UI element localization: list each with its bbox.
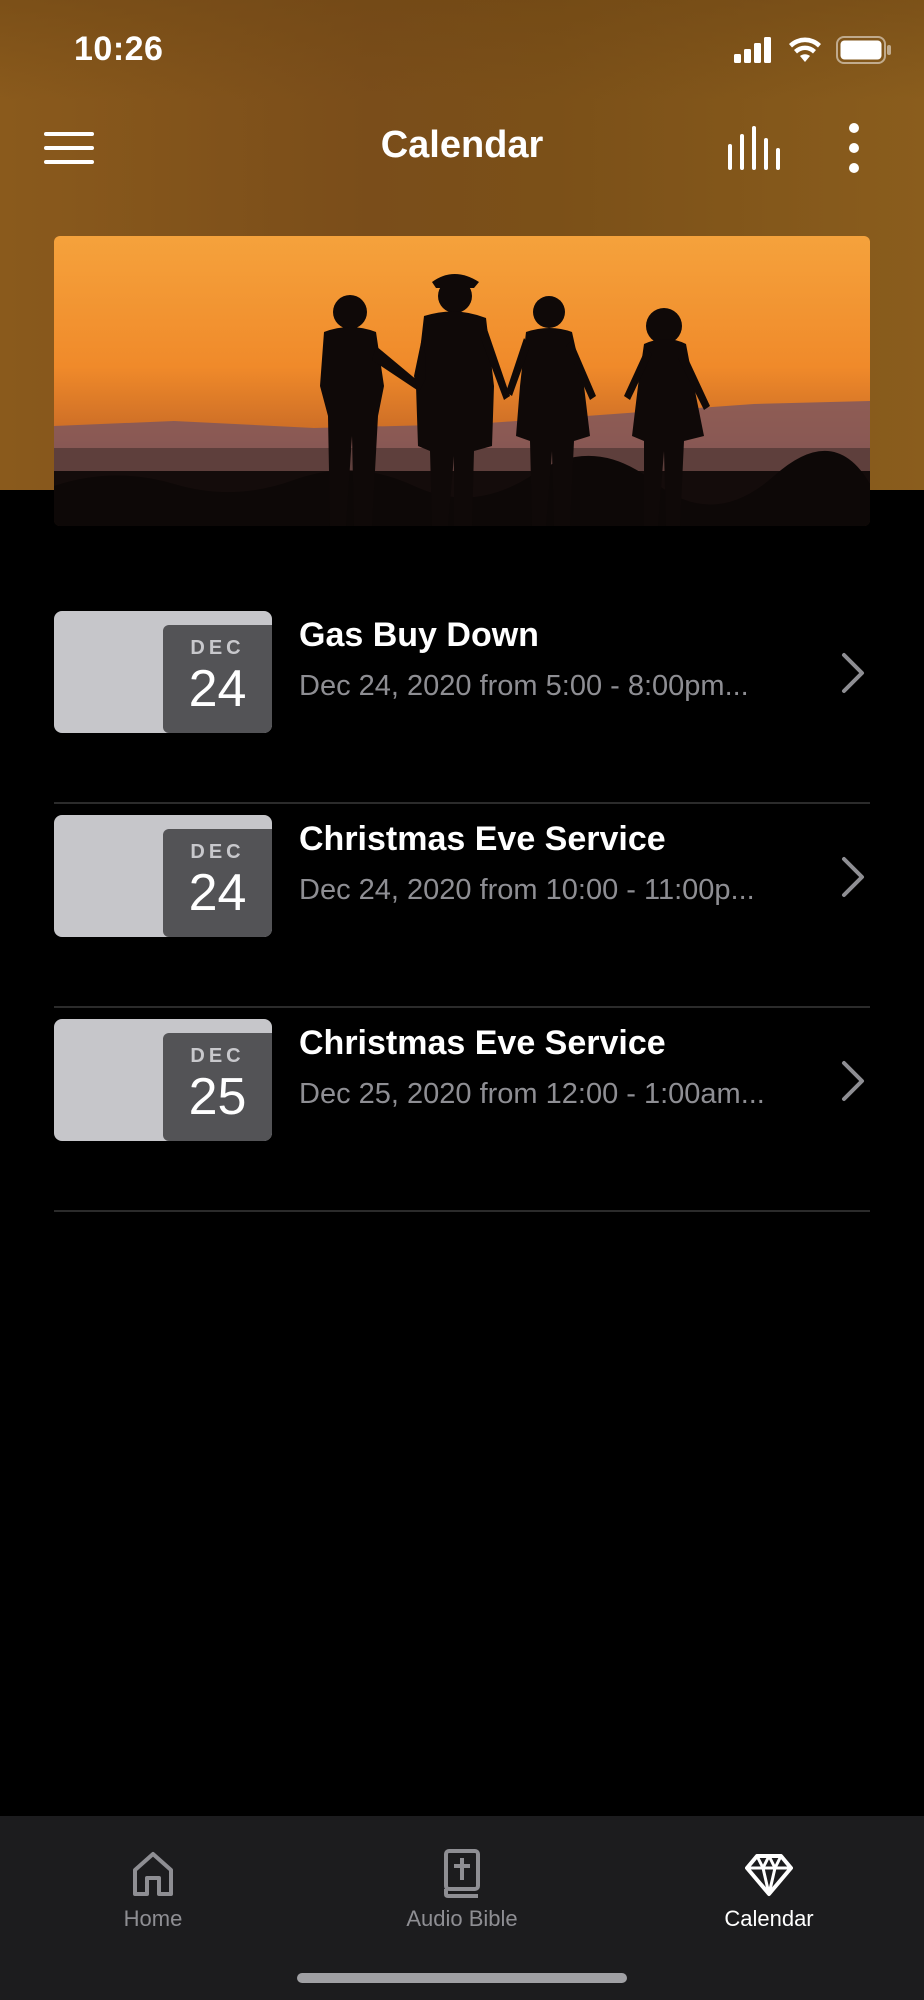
chevron-right-icon bbox=[842, 1061, 864, 1101]
tab-calendar[interactable]: Calendar bbox=[649, 1830, 889, 1940]
date-day: 25 bbox=[188, 1068, 247, 1126]
more-options-button[interactable] bbox=[842, 122, 866, 174]
event-thumbnail: DEC 25 bbox=[54, 1019, 272, 1141]
date-month: DEC bbox=[190, 841, 245, 863]
home-icon bbox=[133, 1852, 173, 1896]
date-month: DEC bbox=[190, 1045, 245, 1067]
wifi-icon bbox=[789, 37, 821, 62]
date-day: 24 bbox=[188, 864, 247, 922]
event-datetime: Dec 25, 2020 from 12:00 - 1:00am... bbox=[299, 1078, 765, 1110]
event-row[interactable]: DEC 25 Christmas Eve Service Dec 25, 202… bbox=[54, 1008, 870, 1212]
nav-bar: Calendar bbox=[0, 100, 924, 196]
date-badge: DEC 24 bbox=[163, 625, 272, 733]
event-title: Christmas Eve Service bbox=[299, 1024, 666, 1062]
event-row[interactable]: DEC 24 Gas Buy Down Dec 24, 2020 from 5:… bbox=[54, 600, 870, 804]
tab-audio-bible[interactable]: Audio Bible bbox=[342, 1830, 582, 1940]
date-day: 24 bbox=[188, 660, 247, 718]
diamond-icon bbox=[745, 1854, 793, 1896]
hero-banner-image bbox=[54, 236, 870, 526]
events-list: DEC 24 Gas Buy Down Dec 24, 2020 from 5:… bbox=[54, 600, 870, 1212]
home-indicator bbox=[297, 1973, 627, 1983]
tab-audio-bible-label: Audio Bible bbox=[406, 1906, 518, 1931]
tab-calendar-label: Calendar bbox=[724, 1906, 814, 1931]
tab-home-label: Home bbox=[123, 1906, 183, 1931]
chevron-right-icon bbox=[842, 857, 864, 897]
more-vertical-icon bbox=[849, 123, 859, 173]
bible-icon bbox=[444, 1849, 480, 1898]
status-time: 10:26 bbox=[74, 30, 164, 68]
date-badge: DEC 25 bbox=[163, 1033, 272, 1141]
status-icons bbox=[734, 36, 892, 64]
tab-home[interactable]: Home bbox=[33, 1830, 273, 1940]
event-title: Christmas Eve Service bbox=[299, 820, 666, 858]
event-row[interactable]: DEC 24 Christmas Eve Service Dec 24, 202… bbox=[54, 804, 870, 1008]
chevron-right-icon bbox=[842, 653, 864, 693]
date-badge: DEC 24 bbox=[163, 829, 272, 937]
battery-icon bbox=[836, 36, 891, 64]
event-thumbnail: DEC 24 bbox=[54, 611, 272, 733]
event-thumbnail: DEC 24 bbox=[54, 815, 272, 937]
event-datetime: Dec 24, 2020 from 5:00 - 8:00pm... bbox=[299, 670, 749, 702]
status-bar: 10:26 bbox=[0, 0, 924, 100]
event-title: Gas Buy Down bbox=[299, 616, 539, 654]
cellular-signal-icon bbox=[734, 37, 771, 63]
audio-stats-button[interactable] bbox=[726, 124, 782, 172]
date-month: DEC bbox=[190, 637, 245, 659]
event-datetime: Dec 24, 2020 from 10:00 - 11:00p... bbox=[299, 874, 755, 906]
page-title: Calendar bbox=[380, 124, 544, 166]
bar-chart-icon bbox=[728, 126, 780, 170]
